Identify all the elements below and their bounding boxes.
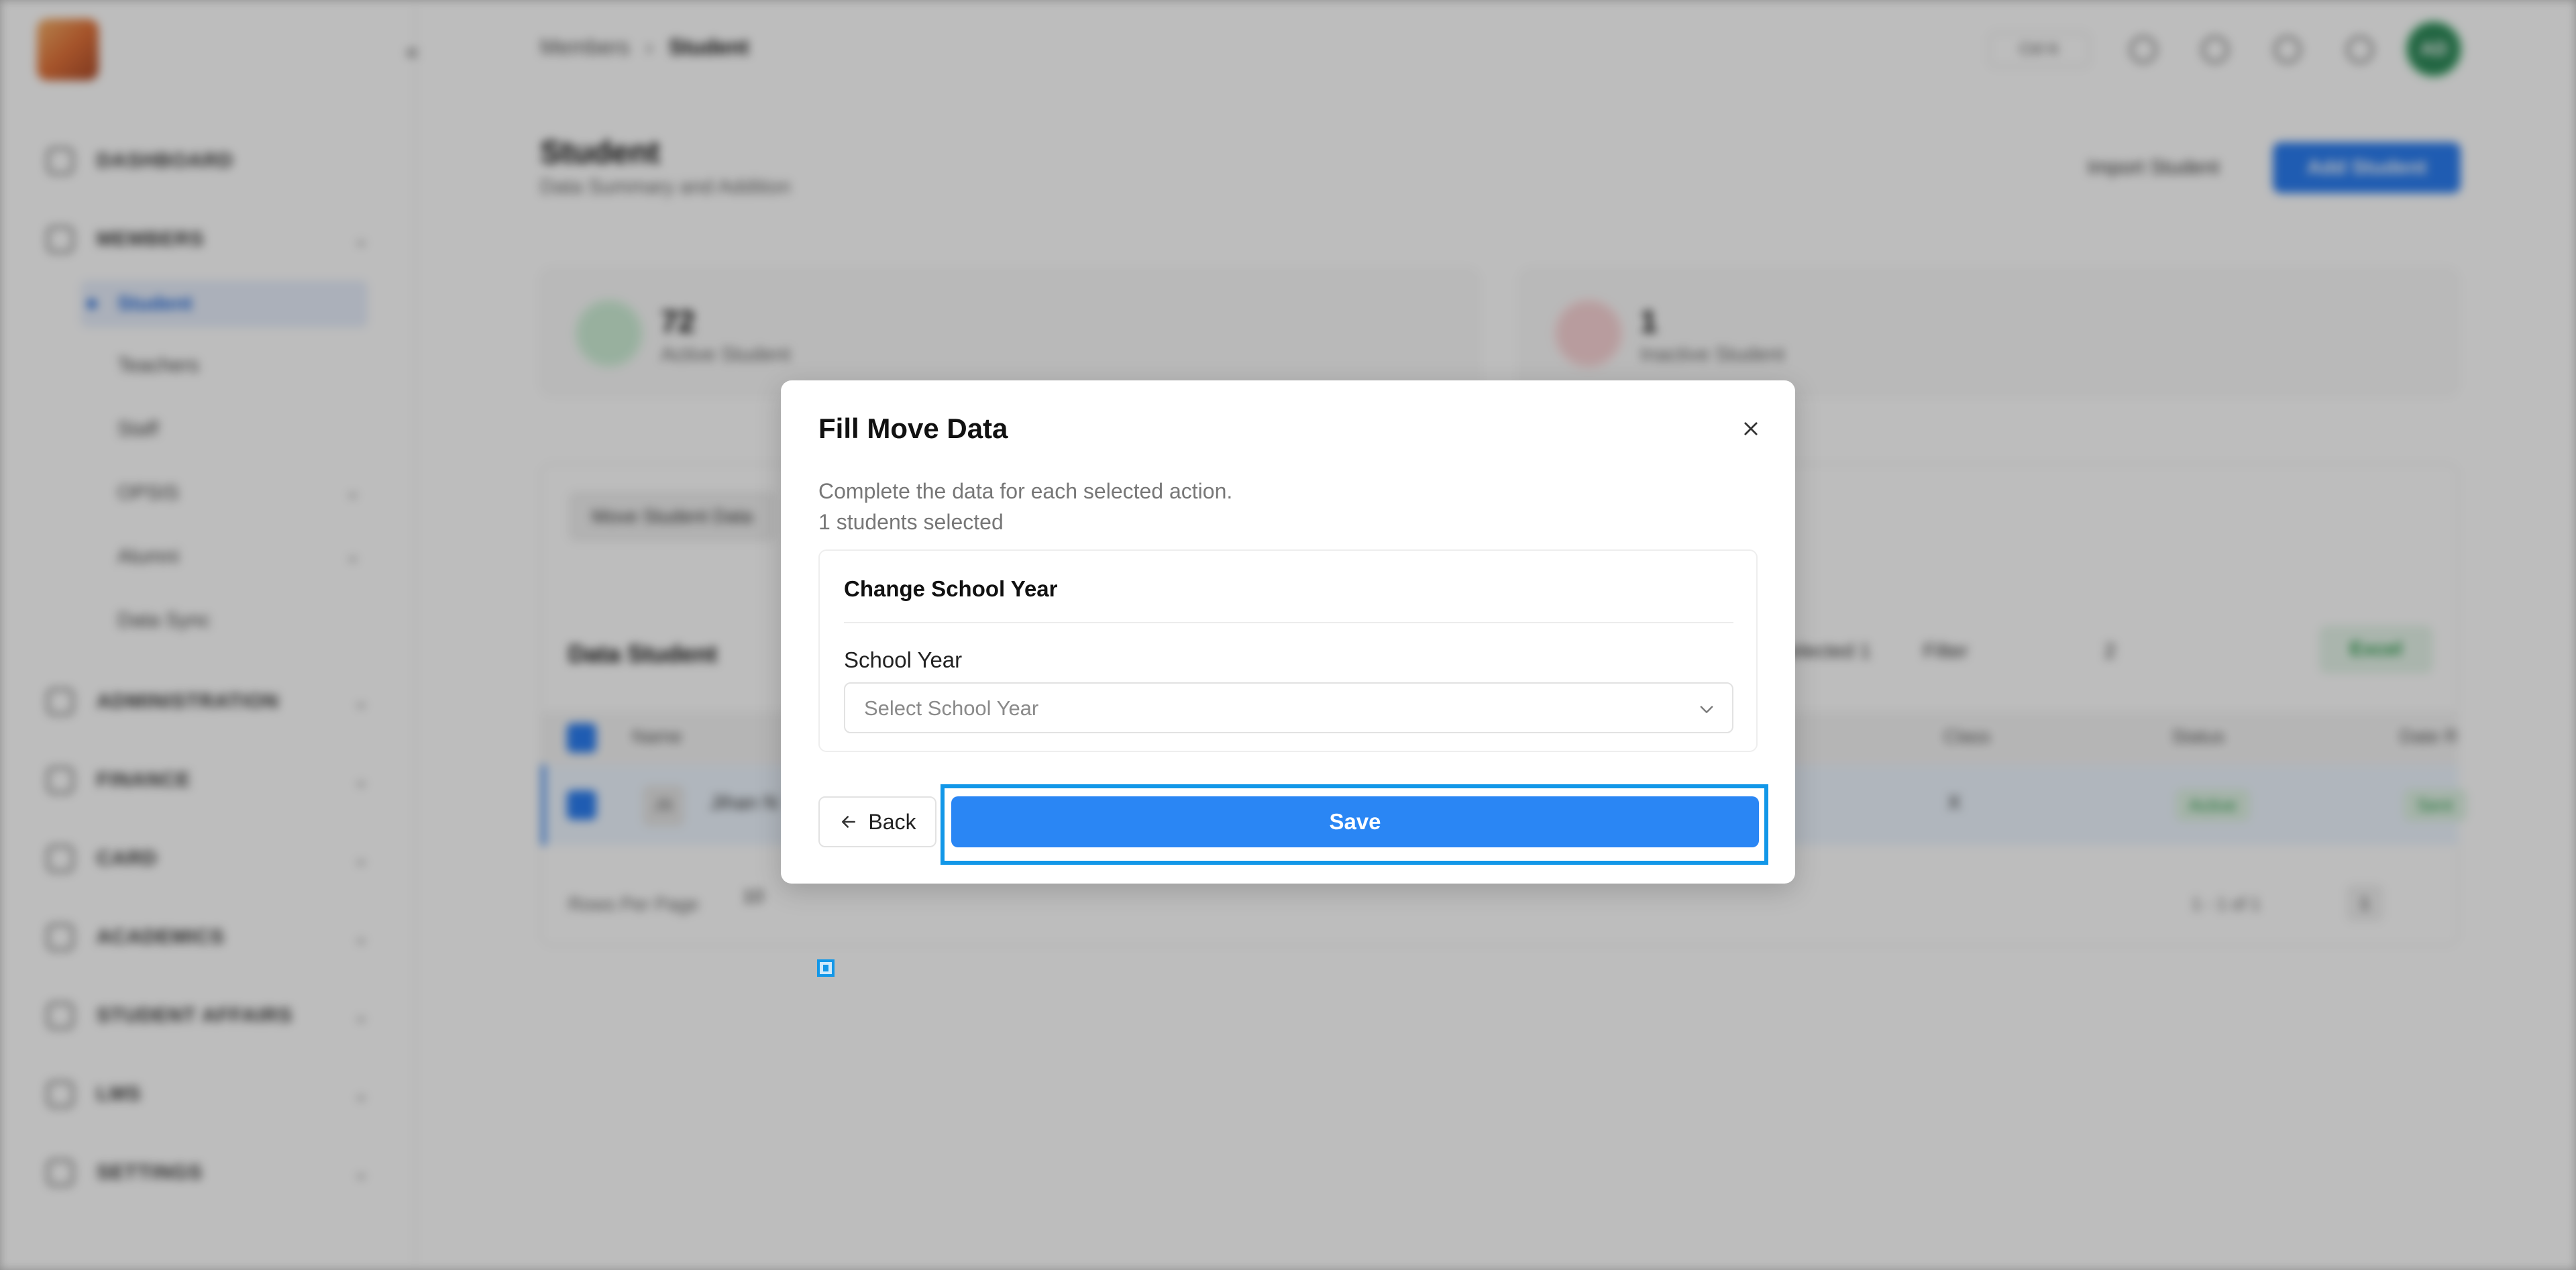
section-divider xyxy=(844,622,1733,623)
dialog-description: Complete the data for each selected acti… xyxy=(818,476,1232,537)
fill-move-data-dialog: Fill Move Data Complete the data for eac… xyxy=(781,380,1795,884)
dialog-title: Fill Move Data xyxy=(818,413,1008,444)
close-icon xyxy=(1744,422,1758,435)
save-button-label: Save xyxy=(1329,809,1381,834)
selected-count-text: 1 students selected xyxy=(818,510,1004,534)
change-school-year-section: Change School Year School Year Select Sc… xyxy=(818,549,1758,752)
chevron-down-icon xyxy=(1700,706,1713,713)
school-year-select[interactable]: Select School Year xyxy=(844,682,1733,733)
school-year-label: School Year xyxy=(844,647,963,672)
dialog-description-text: Complete the data for each selected acti… xyxy=(818,479,1233,503)
select-placeholder: Select School Year xyxy=(864,696,1039,720)
back-button-label: Back xyxy=(868,809,916,834)
cursor-marker-icon xyxy=(817,959,835,977)
back-button[interactable]: Back xyxy=(818,796,936,847)
close-button[interactable] xyxy=(1732,410,1770,447)
section-title: Change School Year xyxy=(844,576,1058,601)
save-button[interactable]: Save xyxy=(951,796,1759,847)
arrow-left-icon xyxy=(842,816,856,828)
